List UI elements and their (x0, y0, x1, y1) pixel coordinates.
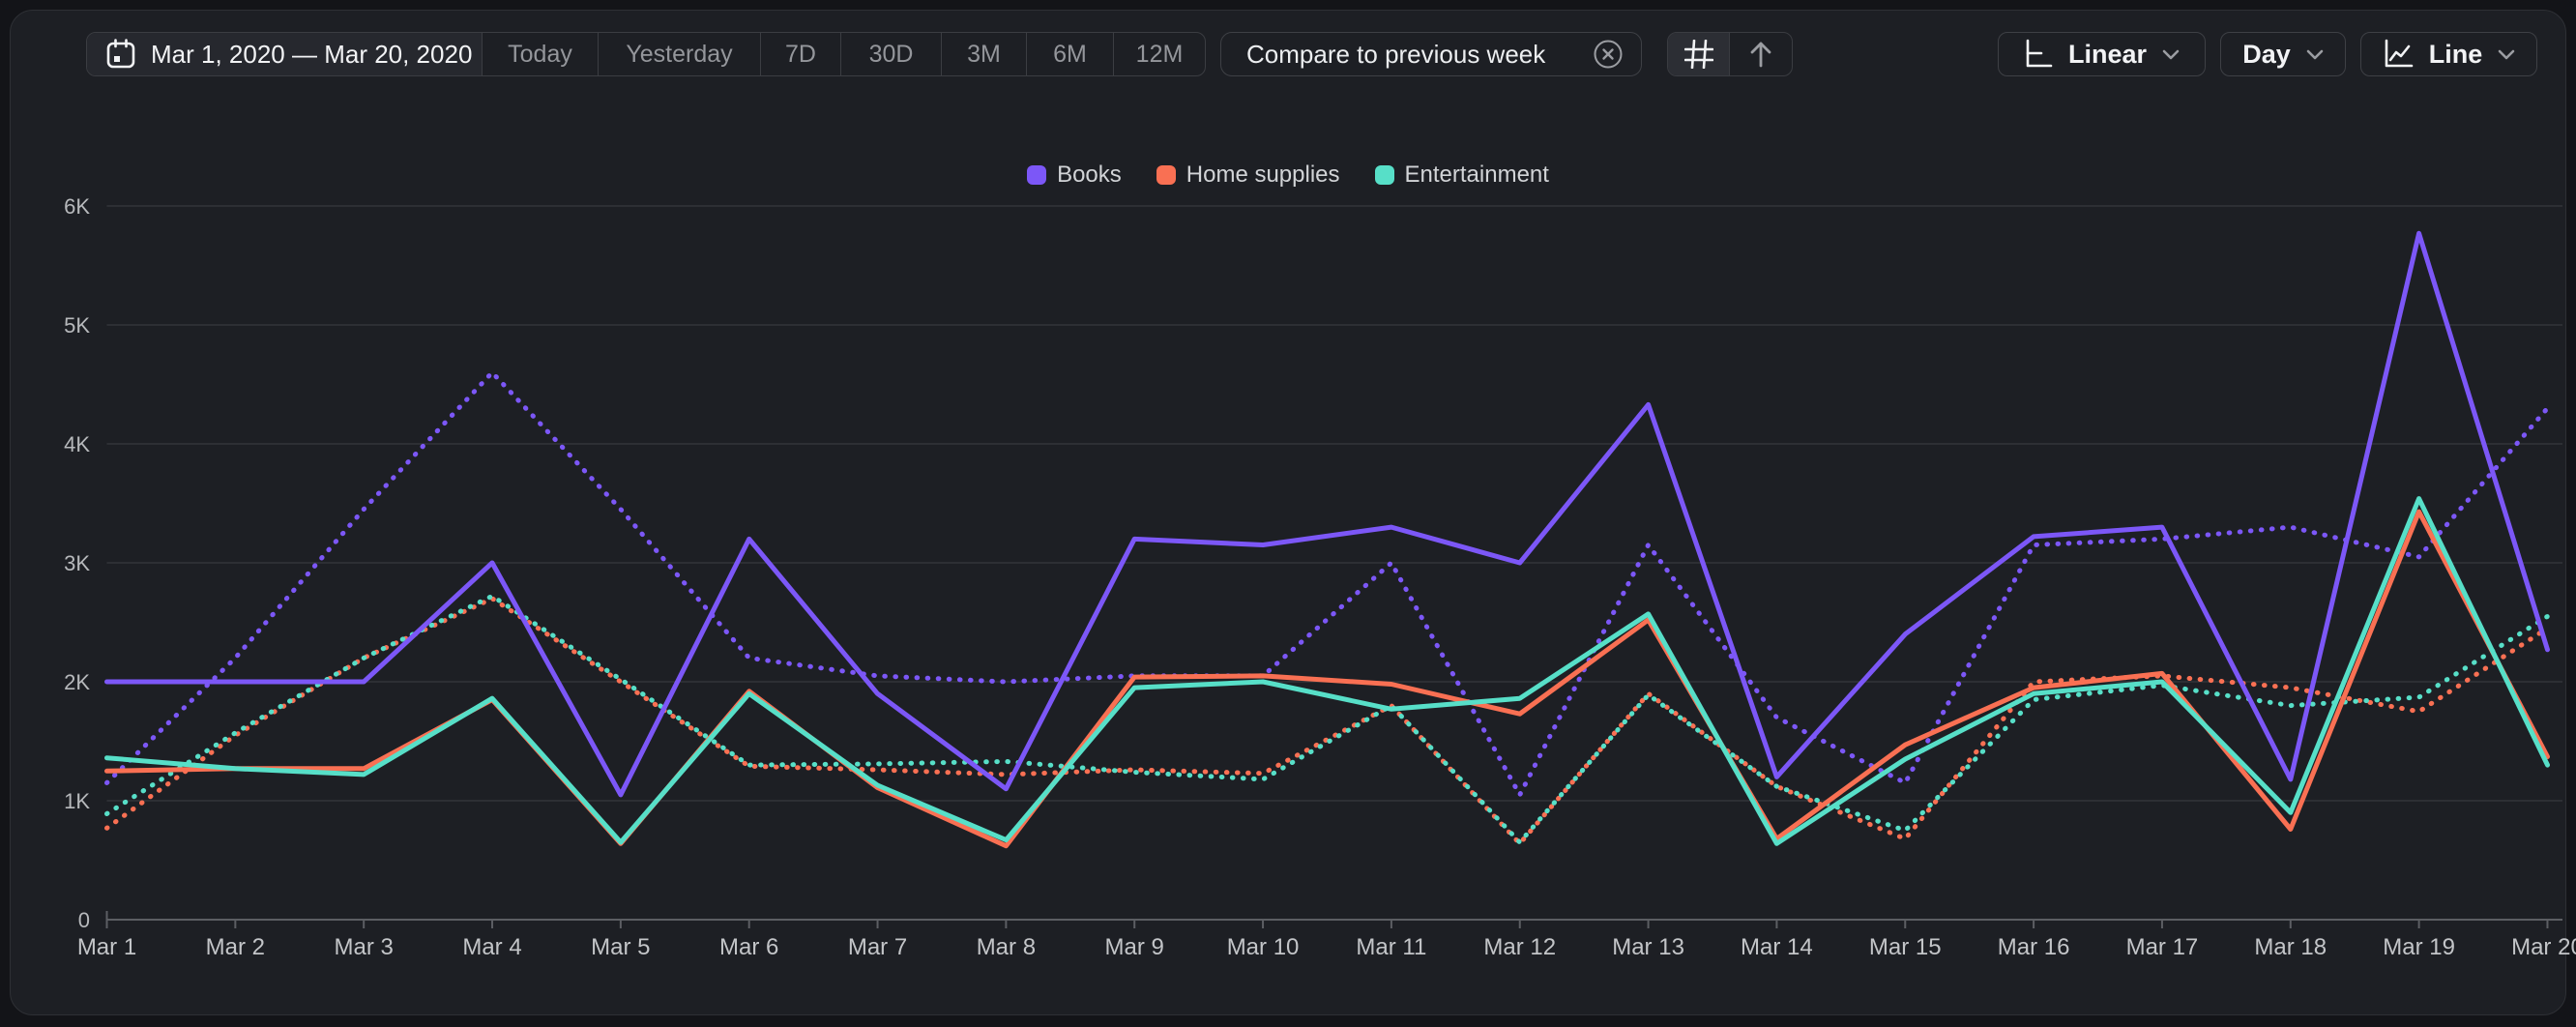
x-axis-label-mar-6: Mar 6 (691, 934, 807, 961)
x-axis-label-mar-9: Mar 9 (1076, 934, 1192, 961)
x-axis-label-mar-19: Mar 19 (2361, 934, 2477, 961)
x-axis-label-mar-2: Mar 2 (177, 934, 293, 961)
series-line-entertainment-previous-week- (107, 596, 2548, 842)
x-axis-label-mar-10: Mar 10 (1205, 934, 1321, 961)
y-axis-label-6K: 6K (32, 194, 90, 220)
x-axis-label-mar-1: Mar 1 (49, 934, 165, 961)
x-axis-label-mar-14: Mar 14 (1718, 934, 1834, 961)
series-line-home-supplies-previous-week- (107, 599, 2548, 843)
x-axis-label-mar-8: Mar 8 (948, 934, 1064, 961)
x-axis-label-mar-20: Mar 20 (2489, 934, 2576, 961)
y-axis-label-5K: 5K (32, 313, 90, 338)
x-axis-label-mar-16: Mar 16 (1976, 934, 2092, 961)
x-axis-label-mar-7: Mar 7 (820, 934, 936, 961)
x-axis-label-mar-3: Mar 3 (306, 934, 422, 961)
y-axis-label-1K: 1K (32, 789, 90, 814)
x-axis-label-mar-4: Mar 4 (434, 934, 550, 961)
x-axis-label-mar-17: Mar 17 (2104, 934, 2220, 961)
series-line-entertainment (107, 499, 2548, 844)
y-axis-label-3K: 3K (32, 551, 90, 576)
x-axis-label-mar-15: Mar 15 (1847, 934, 1963, 961)
chart-plot-area[interactable] (0, 0, 2576, 1027)
x-axis-label-mar-18: Mar 18 (2233, 934, 2349, 961)
y-axis-label-2K: 2K (32, 670, 90, 695)
y-axis-label-0: 0 (32, 908, 90, 933)
x-axis-label-mar-13: Mar 13 (1591, 934, 1707, 961)
x-axis-label-mar-11: Mar 11 (1333, 934, 1449, 961)
y-axis-label-4K: 4K (32, 432, 90, 457)
x-axis-label-mar-5: Mar 5 (563, 934, 679, 961)
x-axis-label-mar-12: Mar 12 (1462, 934, 1578, 961)
